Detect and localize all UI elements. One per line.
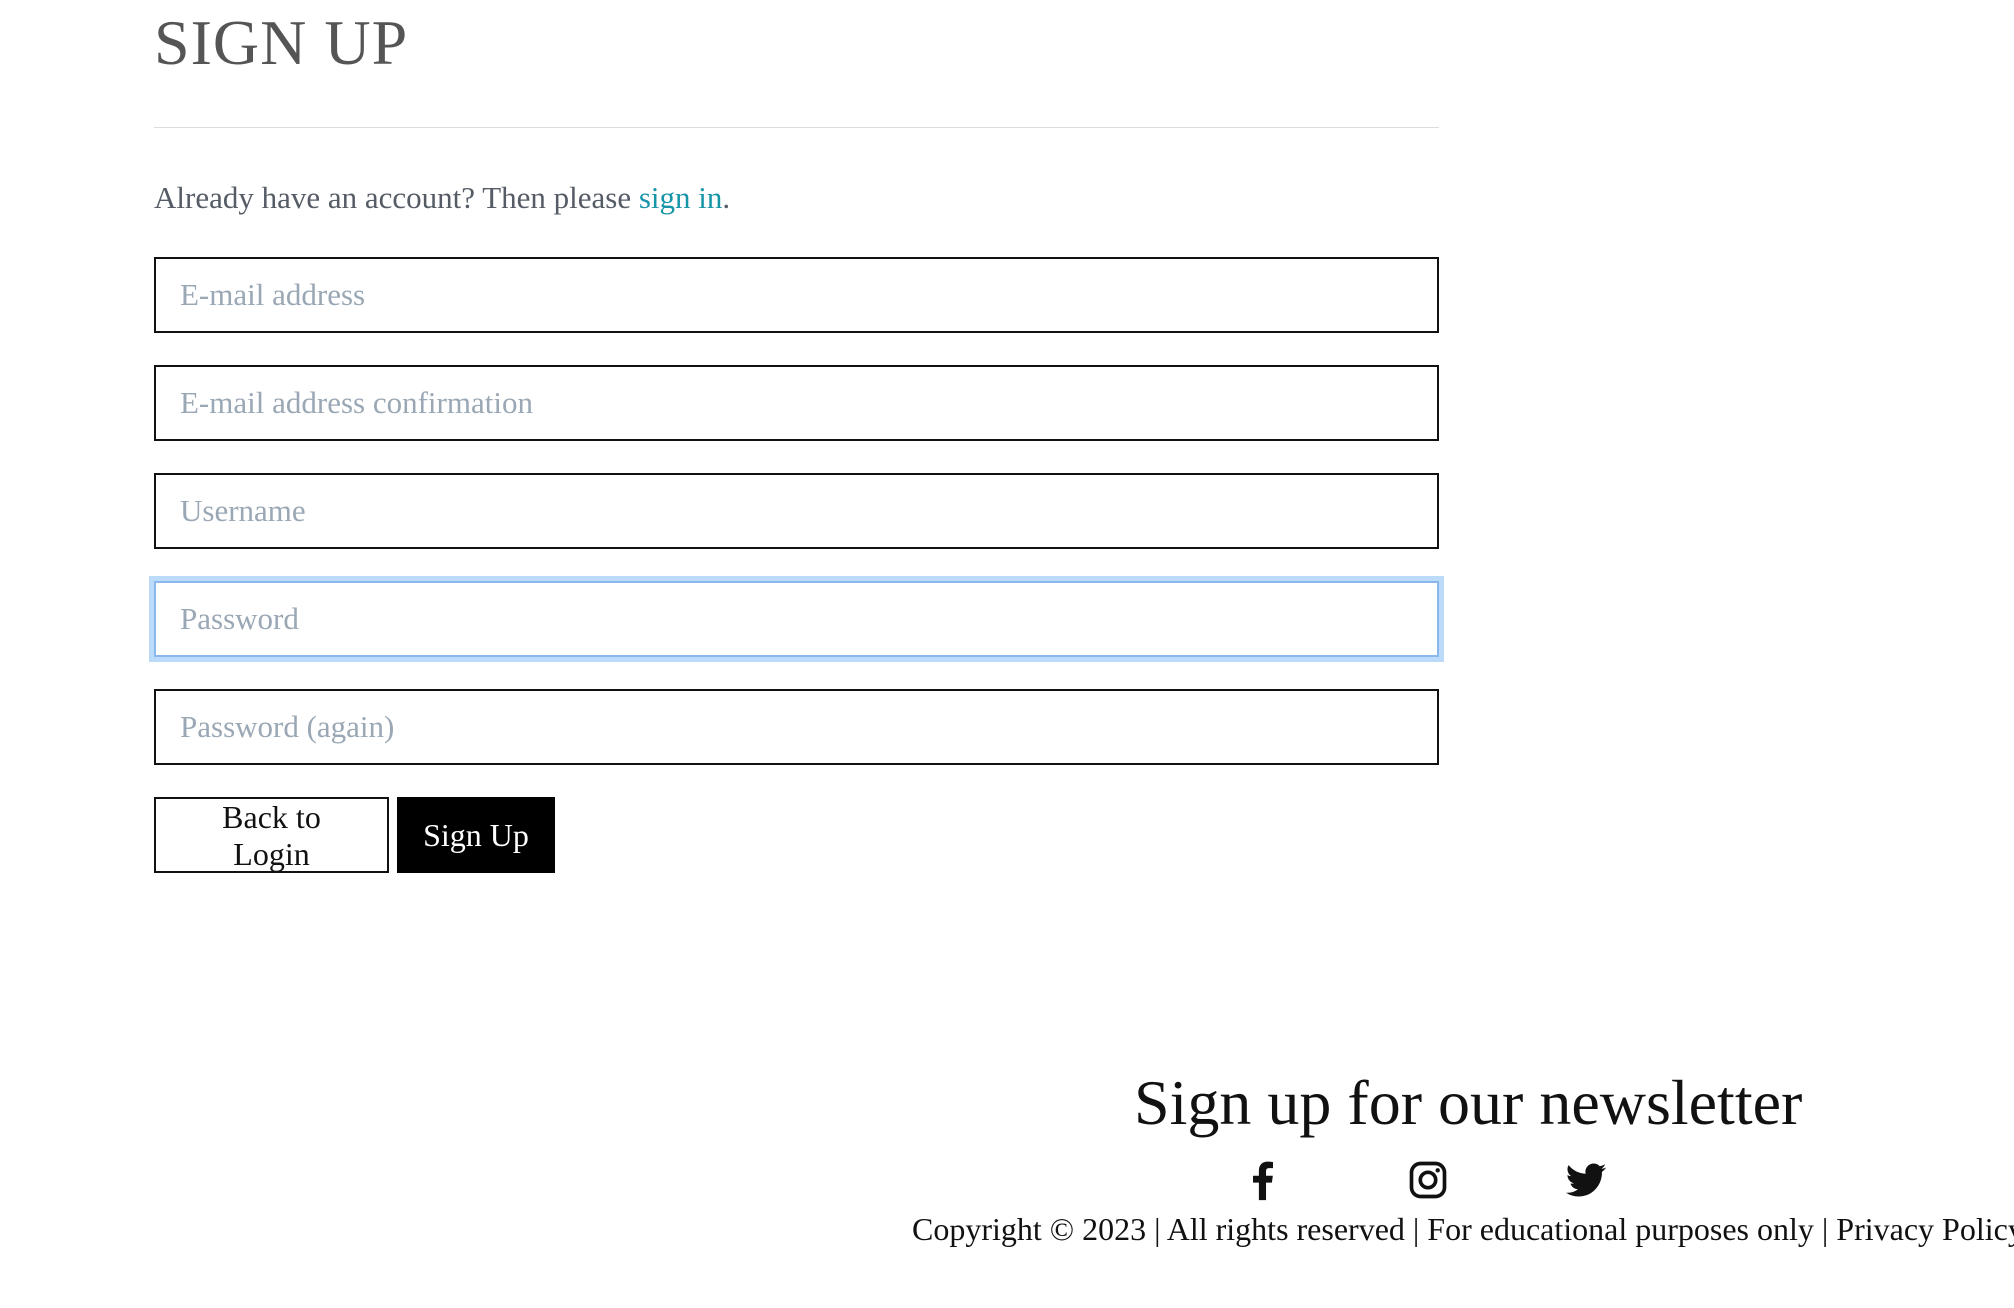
signin-prompt-end: . xyxy=(722,180,731,215)
newsletter-title: Sign up for our newsletter xyxy=(1134,1067,1803,1138)
page-title: SIGN UP xyxy=(154,7,409,78)
username-field[interactable] xyxy=(154,473,1439,549)
password-again-field[interactable] xyxy=(154,689,1439,765)
facebook-link[interactable] xyxy=(1240,1158,1284,1202)
sign-in-link[interactable]: sign in xyxy=(639,180,723,215)
copyright-text: Copyright © 2023 | All rights reserved |… xyxy=(912,1211,2014,1247)
back-to-login-button[interactable]: Back to Login xyxy=(154,797,389,873)
twitter-icon xyxy=(1564,1158,1608,1202)
email-field[interactable] xyxy=(154,257,1439,333)
email-confirmation-field[interactable] xyxy=(154,365,1439,441)
signin-prompt: Already have an account? Then please sig… xyxy=(154,178,730,218)
sign-up-button[interactable]: Sign Up xyxy=(397,797,555,873)
instagram-link[interactable] xyxy=(1406,1158,1450,1202)
facebook-icon xyxy=(1240,1158,1284,1202)
divider xyxy=(154,127,1439,128)
password-field[interactable] xyxy=(154,581,1439,657)
signin-prompt-text: Already have an account? Then please xyxy=(154,180,639,215)
instagram-icon xyxy=(1406,1158,1450,1202)
twitter-link[interactable] xyxy=(1564,1158,1608,1202)
